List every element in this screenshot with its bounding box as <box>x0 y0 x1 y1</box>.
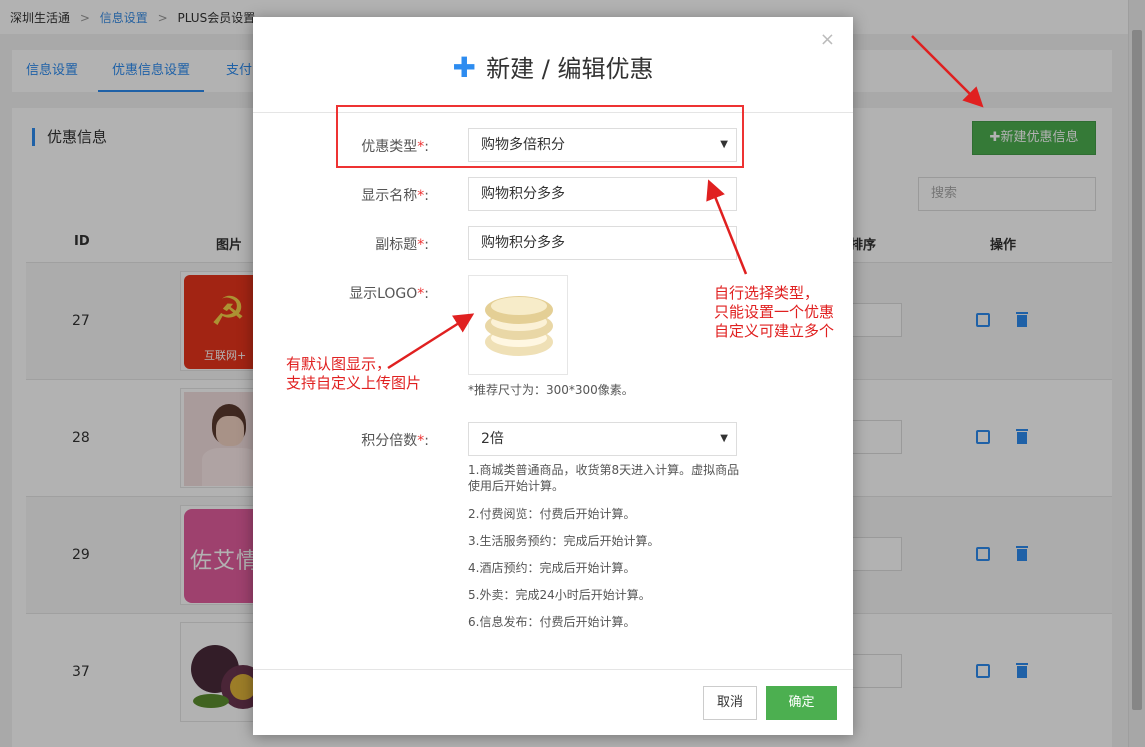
highlight-box <box>336 105 744 168</box>
coin-stack-icon <box>485 296 553 356</box>
multiple-label: 积分倍数*: <box>361 433 429 449</box>
logo-size-hint: *推荐尺寸为：300*300像素。 <box>468 383 634 397</box>
name-label: 显示名称*: <box>361 188 429 204</box>
modal-title: 新建 / 编辑优惠 <box>486 55 654 83</box>
confirm-button[interactable]: 确定 <box>766 686 837 720</box>
cancel-button[interactable]: 取消 <box>703 686 757 720</box>
rule-note: 6.信息发布：付费后开始计算。 <box>468 615 636 629</box>
logo-annotation: 有默认图显示， 支持自定义上传图片 <box>286 355 422 392</box>
subtitle-label: 副标题*: <box>375 237 429 253</box>
plus-icon: ✚ <box>452 51 476 84</box>
dropdown-caret-icon: ▼ <box>720 433 728 444</box>
close-icon[interactable]: × <box>820 29 835 50</box>
logo-label: 显示LOGO*: <box>349 286 429 302</box>
modal-footer: 取消 确定 <box>253 669 853 735</box>
logo-upload[interactable] <box>468 275 568 375</box>
rule-note: 3.生活服务预约：完成后开始计算。 <box>468 534 660 548</box>
rule-note: 4.酒店预约：完成后开始计算。 <box>468 561 636 575</box>
rule-note: 1.商城类普通商品，收货第8天进入计算。虚拟商品使用后开始计算。 <box>468 463 740 493</box>
display-name-input[interactable]: 购物积分多多 <box>468 177 737 211</box>
points-multiple-select[interactable]: 2倍 ▼ <box>468 422 737 456</box>
type-annotation: 自行选择类型， 只能设置一个优惠 自定义可建立多个 <box>714 284 835 340</box>
rule-note: 2.付费阅览：付费后开始计算。 <box>468 507 636 521</box>
subtitle-input[interactable]: 购物积分多多 <box>468 226 737 260</box>
modal-header: ✚ 新建 / 编辑优惠 × <box>253 17 853 113</box>
points-multiple-value: 2倍 <box>481 431 504 447</box>
rule-note: 5.外卖：完成24小时后开始计算。 <box>468 588 651 602</box>
